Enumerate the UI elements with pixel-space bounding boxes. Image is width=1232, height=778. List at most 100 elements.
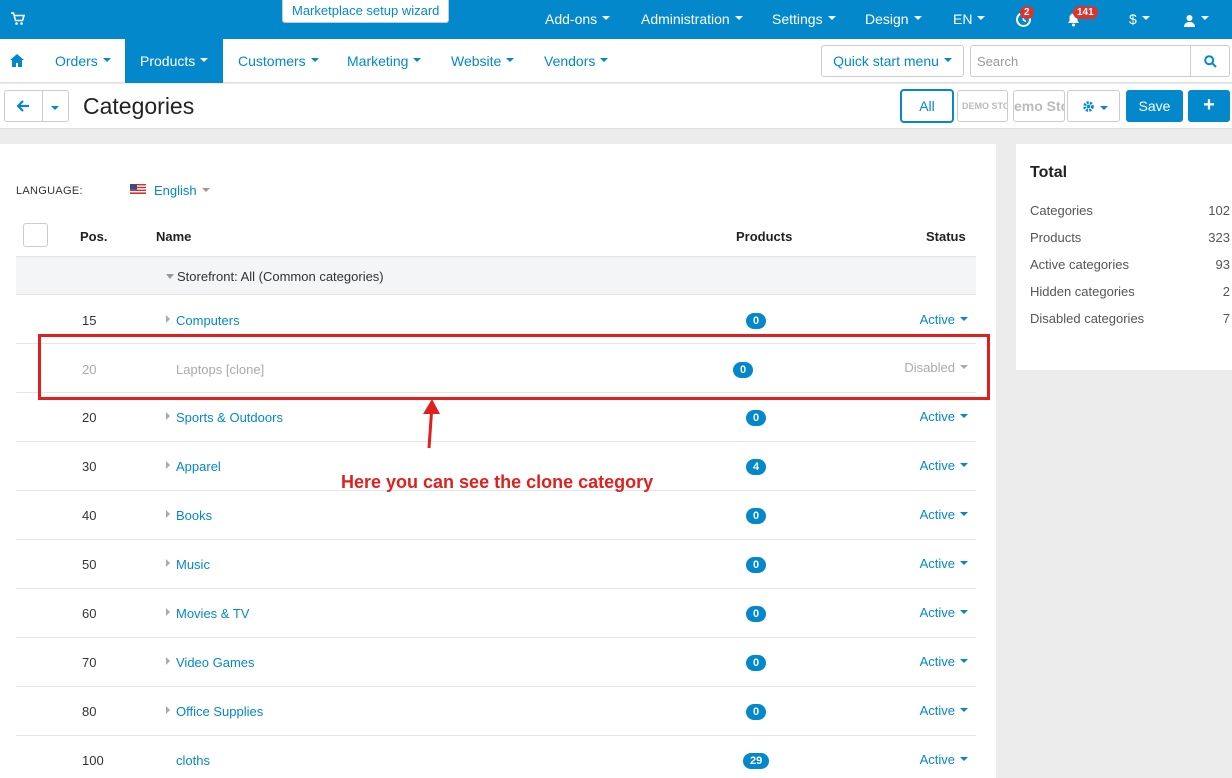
user-icon bbox=[1184, 14, 1195, 27]
caret-down-icon bbox=[960, 707, 968, 712]
status-dropdown[interactable]: Active bbox=[920, 654, 968, 669]
menu-administration[interactable]: Administration bbox=[641, 0, 743, 39]
caret-down-icon bbox=[1100, 106, 1108, 110]
status-dropdown[interactable]: Active bbox=[920, 752, 968, 767]
search-input[interactable] bbox=[970, 45, 1191, 77]
quick-start-menu-button[interactable]: Quick start menu bbox=[821, 45, 964, 77]
row-position: 80 bbox=[82, 704, 97, 719]
expand-icon[interactable] bbox=[166, 657, 170, 665]
status-dropdown[interactable]: Active bbox=[920, 409, 968, 424]
menu-design[interactable]: Design bbox=[865, 0, 922, 39]
total-disabled-categories: Disabled categories 7 bbox=[1030, 311, 1230, 326]
settings-dropdown-button[interactable] bbox=[1067, 90, 1120, 122]
expand-icon[interactable] bbox=[166, 559, 170, 567]
column-header-status[interactable]: Status bbox=[926, 229, 966, 244]
storefront-all-button[interactable]: All bbox=[900, 89, 954, 123]
home-icon[interactable] bbox=[10, 54, 24, 67]
page-title: Categories bbox=[83, 93, 195, 119]
search-button[interactable] bbox=[1190, 45, 1230, 77]
collapse-icon bbox=[166, 274, 174, 279]
status-dropdown[interactable]: Active bbox=[920, 605, 968, 620]
caret-down-icon bbox=[600, 58, 609, 63]
caret-down-icon bbox=[960, 756, 968, 761]
menu-user[interactable] bbox=[1183, 0, 1209, 39]
column-header-pos[interactable]: Pos. bbox=[80, 229, 107, 244]
back-button[interactable] bbox=[4, 90, 43, 122]
category-name-link[interactable]: Sports & Outdoors bbox=[176, 410, 283, 425]
table-row[interactable]: 100 cloths 29 Active bbox=[16, 736, 976, 778]
status-dropdown[interactable]: Active bbox=[920, 703, 968, 718]
table-row[interactable]: 50 Music 0 Active bbox=[16, 540, 976, 589]
expand-icon[interactable] bbox=[166, 608, 170, 616]
table-row[interactable]: 70 Video Games 0 Active bbox=[16, 638, 976, 687]
cart-icon[interactable] bbox=[11, 12, 25, 26]
caret-down-icon bbox=[960, 413, 968, 418]
table-row[interactable]: 40 Books 0 Active bbox=[16, 491, 976, 540]
caret-down-icon bbox=[960, 658, 968, 663]
storefront-demo-button-1[interactable]: DEMO STO bbox=[957, 90, 1008, 122]
highlight-box bbox=[38, 334, 990, 400]
status-dropdown[interactable]: Active bbox=[920, 556, 968, 571]
column-header-name[interactable]: Name bbox=[156, 229, 191, 244]
back-dropdown-button[interactable] bbox=[42, 90, 69, 122]
nav-products[interactable]: Products bbox=[125, 39, 224, 83]
total-categories: Categories 102 bbox=[1030, 203, 1230, 218]
expand-icon[interactable] bbox=[166, 461, 170, 469]
caret-down-icon bbox=[102, 58, 111, 63]
caret-down-icon bbox=[1201, 16, 1209, 21]
language-select[interactable]: English bbox=[154, 183, 210, 198]
expand-icon[interactable] bbox=[166, 412, 170, 420]
menu-settings[interactable]: Settings bbox=[772, 0, 836, 39]
status-dropdown[interactable]: Active bbox=[920, 458, 968, 473]
expand-icon[interactable] bbox=[166, 510, 170, 518]
menu-language[interactable]: EN bbox=[953, 0, 986, 39]
nav-customers[interactable]: Customers bbox=[223, 39, 334, 83]
select-all-checkbox[interactable] bbox=[23, 223, 48, 247]
row-position: 20 bbox=[82, 410, 97, 425]
storefront-group-label: Storefront: All (Common categories) bbox=[177, 269, 384, 284]
total-products: Products 323 bbox=[1030, 230, 1230, 245]
expand-icon[interactable] bbox=[166, 706, 170, 714]
category-name-link[interactable]: Computers bbox=[176, 313, 240, 328]
product-count-badge: 0 bbox=[746, 508, 767, 524]
nav-orders[interactable]: Orders bbox=[40, 39, 126, 83]
add-category-button[interactable]: + bbox=[1188, 90, 1230, 122]
table-row[interactable]: 80 Office Supplies 0 Active bbox=[16, 687, 976, 736]
nav-website[interactable]: Website bbox=[436, 39, 529, 83]
menu-addons[interactable]: Add-ons bbox=[545, 0, 611, 39]
marketplace-wizard-button[interactable]: Marketplace setup wizard bbox=[282, 0, 450, 23]
status-dropdown[interactable]: Active bbox=[920, 507, 968, 522]
totals-panel: Total Categories 102 Products 323 Active c… bbox=[1016, 144, 1232, 370]
table-row[interactable]: 60 Movies & TV 0 Active bbox=[16, 589, 976, 638]
caret-down-icon bbox=[200, 58, 209, 63]
table-row[interactable]: 20 Sports & Outdoors 0 Active bbox=[16, 393, 976, 442]
caret-down-icon bbox=[960, 560, 968, 565]
storefront-demo-button-2[interactable]: emo Sto bbox=[1013, 90, 1065, 122]
save-button[interactable]: Save bbox=[1126, 90, 1183, 122]
category-name-link[interactable]: Music bbox=[176, 557, 210, 572]
category-name-link[interactable]: Books bbox=[176, 508, 212, 523]
nav-vendors[interactable]: Vendors bbox=[529, 39, 623, 83]
updates-badge: 2 bbox=[1020, 6, 1034, 19]
category-name-link[interactable]: cloths bbox=[176, 753, 210, 768]
product-count-badge: 29 bbox=[743, 753, 770, 769]
category-name-link[interactable]: Apparel bbox=[176, 459, 221, 474]
caret-down-icon bbox=[977, 16, 986, 21]
row-position: 15 bbox=[82, 313, 97, 328]
nav-marketing[interactable]: Marketing bbox=[332, 39, 436, 83]
category-name-link[interactable]: Video Games bbox=[176, 655, 255, 670]
category-name-link[interactable]: Office Supplies bbox=[176, 704, 263, 719]
annotation-arrow-icon bbox=[423, 399, 440, 449]
caret-down-icon bbox=[506, 58, 515, 63]
caret-down-icon bbox=[734, 16, 743, 21]
row-position: 60 bbox=[82, 606, 97, 621]
gear-icon bbox=[1083, 101, 1094, 112]
caret-down-icon bbox=[51, 106, 59, 110]
total-hidden-categories: Hidden categories 2 bbox=[1030, 284, 1230, 299]
storefront-group-row[interactable]: Storefront: All (Common categories) bbox=[16, 256, 976, 295]
category-name-link[interactable]: Movies & TV bbox=[176, 606, 249, 621]
caret-down-icon bbox=[960, 316, 968, 321]
status-dropdown[interactable]: Active bbox=[920, 312, 968, 327]
menu-currency[interactable]: $ bbox=[1129, 0, 1150, 39]
expand-icon[interactable] bbox=[166, 315, 170, 323]
